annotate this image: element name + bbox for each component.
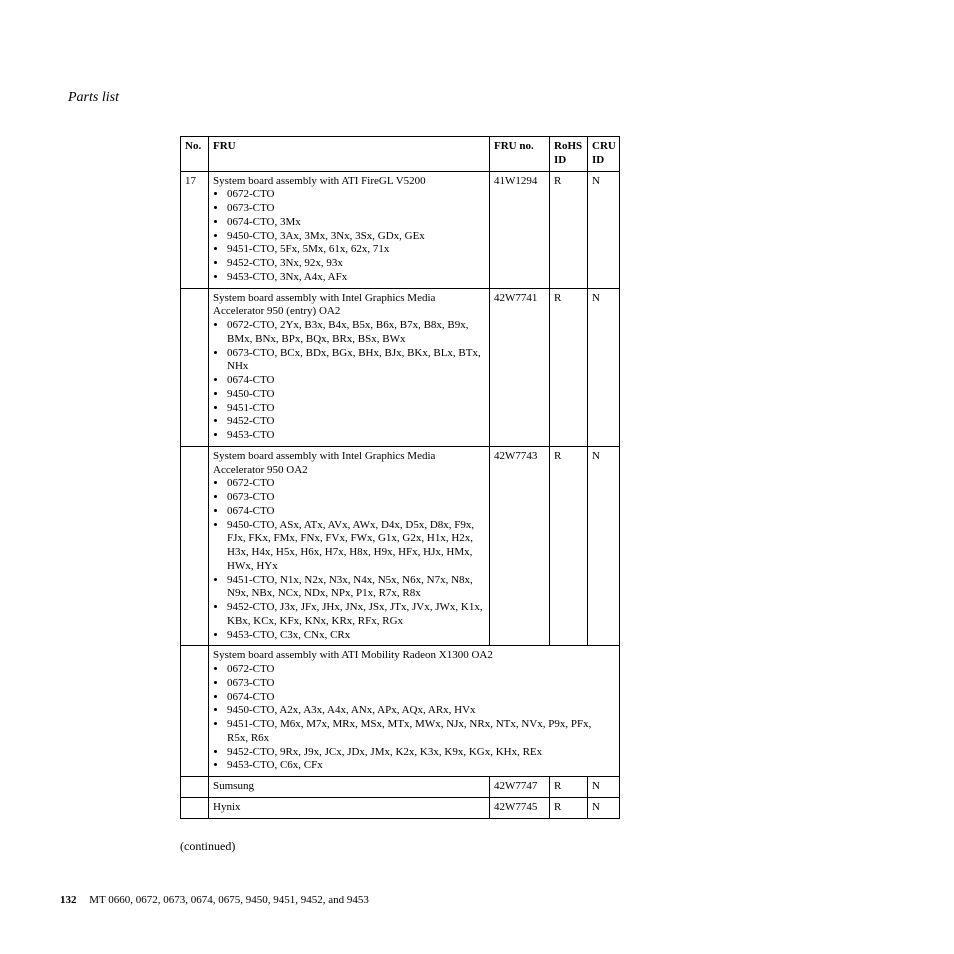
list-item: 0672-CTO [227,477,485,491]
row-fruno: 42W7741 [490,288,550,446]
list-item: 0673-CTO, BCx, BDx, BGx, BHx, BJx, BKx, … [227,347,485,375]
list-item: 9453-CTO, C3x, CNx, CRx [227,629,485,643]
row-cru: N [588,777,620,798]
list-item: 0674-CTO [227,505,485,519]
col-rohs: RoHS ID [550,137,588,172]
row-rohs: R [550,288,588,446]
list-item: 0673-CTO [227,202,485,216]
row-title: System board assembly with Intel Graphic… [213,450,485,478]
row-rohs: R [550,171,588,288]
list-item: 0673-CTO [227,677,615,691]
row-fruno: 41W1294 [490,171,550,288]
row-desc: System board assembly with ATI FireGL V5… [209,171,490,288]
table-sub-row: Sumsung42W7747RN [181,777,620,798]
row-fruno: 42W7745 [490,797,550,818]
list-item: 9452-CTO, 9Rx, J9x, JCx, JDx, JMx, K2x, … [227,746,615,760]
list-item: 9451-CTO, 5Fx, 5Mx, 61x, 62x, 71x [227,243,485,257]
row-title: System board assembly with ATI Mobility … [213,649,615,663]
row-sub-label: Hynix [209,797,490,818]
list-item: 9451-CTO [227,402,485,416]
col-cru: CRU ID [588,137,620,172]
row-items: 0672-CTO0673-CTO0674-CTO9450-CTO, ASx, A… [213,477,485,642]
parts-table: No. FRU FRU no. RoHS ID CRU ID 17System … [180,136,620,819]
list-item: 9453-CTO, 3Nx, A4x, AFx [227,271,485,285]
list-item: 9450-CTO, A2x, A3x, A4x, ANx, APx, AQx, … [227,704,615,718]
table-row: System board assembly with Intel Graphic… [181,446,620,646]
table-header-row: No. FRU FRU no. RoHS ID CRU ID [181,137,620,172]
table-row: System board assembly with Intel Graphic… [181,288,620,446]
row-no [181,446,209,646]
footer-text: MT 0660, 0672, 0673, 0674, 0675, 9450, 9… [89,894,369,906]
page-footer: 132 MT 0660, 0672, 0673, 0674, 0675, 945… [60,894,369,906]
row-no [181,777,209,798]
list-item: 0674-CTO [227,691,615,705]
row-desc: System board assembly with Intel Graphic… [209,288,490,446]
table-row: 17 System board assembly with ATI FireGL … [181,171,620,288]
list-item: 0672-CTO, 2Yx, B3x, B4x, B5x, B6x, B7x, … [227,319,485,347]
row-cru: N [588,446,620,646]
row-no [181,797,209,818]
continued-label: (continued) [180,839,894,854]
list-item: 0674-CTO, 3Mx [227,216,485,230]
table-sub-row: Hynix42W7745RN [181,797,620,818]
row-items: 0672-CTO0673-CTO0674-CTO, 3Mx9450-CTO, 3… [213,188,485,284]
list-item: 9450-CTO, 3Ax, 3Mx, 3Nx, 3Sx, GDx, GEx [227,230,485,244]
col-fruno: FRU no. [490,137,550,172]
row-fruno: 42W7747 [490,777,550,798]
list-item: 9451-CTO, N1x, N2x, N3x, N4x, N5x, N6x, … [227,574,485,602]
row-no: 17 [181,171,209,288]
row-rohs: R [550,446,588,646]
list-item: 9452-CTO, J3x, JFx, JHx, JNx, JSx, JTx, … [227,601,485,629]
col-fru: FRU [209,137,490,172]
list-item: 9452-CTO, 3Nx, 92x, 93x [227,257,485,271]
col-no: No. [181,137,209,172]
row-desc-span: System board assembly with ATI Mobility … [209,646,620,777]
list-item: 0674-CTO [227,374,485,388]
list-item: 9453-CTO, C6x, CFx [227,759,615,773]
row-rohs: R [550,797,588,818]
row-cru: N [588,171,620,288]
list-item: 0672-CTO [227,663,615,677]
list-item: 9450-CTO [227,388,485,402]
row-items: 0672-CTO0673-CTO0674-CTO9450-CTO, A2x, A… [213,663,615,773]
list-item: 0672-CTO [227,188,485,202]
row-cru: N [588,288,620,446]
row-title: System board assembly with ATI FireGL V5… [213,175,485,189]
row-fruno: 42W7743 [490,446,550,646]
row-sub-label: Sumsung [209,777,490,798]
row-rohs: R [550,777,588,798]
table-row-span: System board assembly with ATI Mobility … [181,646,620,777]
row-no [181,646,209,777]
list-item: 9451-CTO, M6x, M7x, MRx, MSx, MTx, MWx, … [227,718,615,746]
row-desc: System board assembly with Intel Graphic… [209,446,490,646]
list-item: 9450-CTO, ASx, ATx, AVx, AWx, D4x, D5x, … [227,519,485,574]
row-cru: N [588,797,620,818]
list-item: 9453-CTO [227,429,485,443]
list-item: 0673-CTO [227,491,485,505]
section-header: Parts list [68,90,894,106]
row-items: 0672-CTO, 2Yx, B3x, B4x, B5x, B6x, B7x, … [213,319,485,443]
page-number: 132 [60,894,77,906]
row-title: System board assembly with Intel Graphic… [213,292,485,320]
list-item: 9452-CTO [227,415,485,429]
row-no [181,288,209,446]
